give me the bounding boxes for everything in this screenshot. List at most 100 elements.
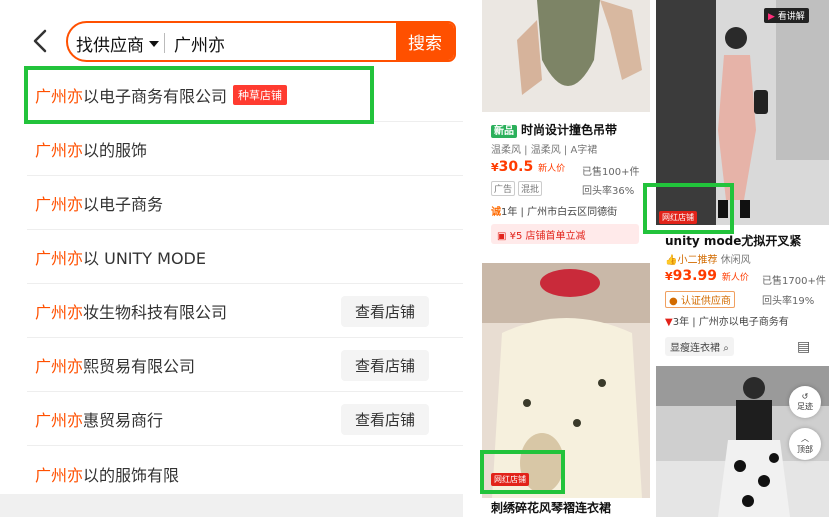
suggestion-item[interactable]: 广州亦以电子商务有限公司 种草店铺: [27, 69, 463, 122]
verified-icon: ●: [669, 296, 678, 307]
keyboard-area: [0, 494, 463, 517]
product-card[interactable]: ▶ 看讲解 网红店铺 unity mode尤拟开叉紧 👍小二推荐 休闲风 ¥93…: [656, 0, 829, 360]
related-search-chip[interactable]: 显瘦连衣裙 ⌕: [665, 337, 734, 356]
view-shop-button[interactable]: 查看店铺: [341, 350, 429, 381]
sold-count: 已售1700+件: [762, 276, 826, 287]
search-icon: ⌕: [723, 343, 729, 354]
product-title-text: 时尚设计撞色吊带: [521, 123, 618, 137]
back-button[interactable]: [30, 28, 52, 54]
suggestion-text: 广州亦惠贸易商行: [35, 407, 163, 431]
search-scope-label: 找供应商: [76, 36, 144, 56]
product-tags: 广告 混批: [491, 181, 545, 196]
product-card[interactable]: 网红店铺 刺绣碎花风琴褶连衣裙: [482, 263, 650, 517]
suggestion-highlight: 广州亦: [35, 411, 84, 430]
caret-down-icon: [149, 40, 159, 47]
suggestion-text: 广州亦以电子商务有限公司: [35, 83, 227, 107]
suggestion-rest: 以电子商务有限公司: [83, 87, 228, 106]
screenshot-root: 找供应商 搜索 广州亦以电子商务有限公司 种草店铺 广州亦以的服饰 广州亦以电子…: [0, 0, 829, 517]
thumb-icon: 👍: [665, 255, 678, 266]
footprint-label: 足迹: [797, 402, 813, 411]
product-photo: [656, 0, 829, 225]
related-search-text: 显瘦连衣裙: [670, 343, 720, 354]
years: 1年: [501, 207, 518, 218]
location: 广州市白云区同德街: [527, 207, 618, 218]
play-icon: ▶: [768, 12, 775, 22]
suggestion-highlight: 广州亦: [35, 357, 84, 376]
mixed-batch-tag: 混批: [518, 181, 543, 196]
product-photo: [482, 263, 650, 498]
suggestion-highlight: 广州亦: [35, 465, 84, 485]
suggestion-highlight: 广州亦: [35, 195, 84, 214]
product-photo: [482, 0, 650, 112]
price-note: 新人价: [538, 164, 566, 174]
suggestion-text: 广州亦以的服饰有限: [35, 462, 179, 486]
product-title: unity mode尤拟开叉紧: [665, 234, 802, 248]
seeding-store-badge: 种草店铺: [233, 85, 288, 105]
product-title: 新品 时尚设计撞色吊带: [491, 121, 617, 138]
search-input[interactable]: [174, 30, 384, 56]
back-to-top-label: 顶部: [797, 445, 813, 454]
video-explain-label: 看讲解: [777, 12, 805, 22]
suggestion-rest: 熙贸易有限公司: [83, 357, 196, 376]
repurchase-rate: 回头率36%: [582, 186, 635, 197]
coupon-bar[interactable]: ▣ ¥5 店铺首单立减: [491, 224, 639, 244]
suggestion-item[interactable]: 广州亦惠贸易商行 查看店铺: [27, 393, 463, 446]
search-suggestion-panel: 找供应商 搜索 广州亦以电子商务有限公司 种草店铺 广州亦以的服饰 广州亦以电子…: [0, 0, 463, 517]
suggestion-text: 广州亦以的服饰: [35, 137, 147, 161]
suggestion-item[interactable]: 广州亦妆生物科技有限公司 查看店铺: [27, 285, 463, 338]
years: 3年: [672, 317, 690, 328]
back-to-top-button[interactable]: ︿ 顶部: [789, 428, 821, 460]
style-tags: 温柔风 | 温柔风 | A字裙: [491, 145, 598, 156]
footprint-icon: ↺: [801, 392, 809, 401]
coupon-text: ¥5 店铺首单立减: [509, 231, 586, 242]
suggestion-highlight: 广州亦: [35, 249, 84, 268]
suggestion-text: 广州亦妆生物科技有限公司: [35, 299, 227, 323]
product-feed: 新品 时尚设计撞色吊带 温柔风 | 温柔风 | A字裙 ¥30.5 新人价 已售1…: [475, 0, 829, 517]
suggestion-item[interactable]: 广州亦以 UNITY MODE: [27, 231, 463, 284]
feedback-icon[interactable]: ▤: [797, 339, 810, 355]
suggestion-item[interactable]: 广州亦以的服饰有限: [27, 447, 463, 500]
video-explain-badge[interactable]: ▶ 看讲解: [764, 8, 809, 23]
suggestion-rest: 妆生物科技有限公司: [83, 303, 228, 322]
verified-supplier-tag: ● 认证供应商: [665, 291, 735, 308]
search-scope-dropdown[interactable]: 找供应商: [76, 31, 159, 56]
search-divider: [164, 33, 165, 53]
suggestion-rest: 以的服饰: [83, 141, 148, 160]
price-symbol: ¥: [491, 161, 499, 174]
recommend-label: 小二推荐: [677, 255, 718, 266]
suggestion-highlight: 广州亦: [35, 141, 84, 160]
view-shop-button[interactable]: 查看店铺: [341, 296, 429, 327]
view-shop-button[interactable]: 查看店铺: [341, 404, 429, 435]
influencer-store-badge: 网红店铺: [491, 473, 529, 486]
new-badge: 新品: [491, 125, 517, 138]
coupon-icon: ▣: [497, 231, 507, 242]
arrow-up-icon: ︿: [801, 434, 809, 443]
verified-label: 认证供应商: [680, 296, 731, 307]
influencer-store-badge: 网红店铺: [659, 211, 697, 224]
cheng-icon: 诚: [491, 207, 501, 218]
suggestion-item[interactable]: 广州亦以电子商务: [27, 177, 463, 230]
price: ¥30.5 新人价: [491, 159, 565, 175]
sold-count: 已售100+件: [582, 167, 640, 178]
ad-tag: 广告: [491, 181, 516, 196]
suggestion-rest: 惠贸易商行: [83, 411, 164, 430]
suggestion-rest: 以 UNITY MODE: [83, 249, 206, 268]
suggestion-item[interactable]: 广州亦熙贸易有限公司 查看店铺: [27, 339, 463, 392]
price-note: 新人价: [721, 273, 749, 283]
supplier-name: 广州亦以电子商务有: [698, 317, 789, 328]
supplier-line: ▼3年 | 广州亦以电子商务有: [665, 317, 789, 328]
suggestion-text: 广州亦熙贸易有限公司: [35, 353, 195, 377]
search-button[interactable]: 搜索: [396, 23, 454, 60]
price: ¥93.99 新人价: [665, 268, 749, 284]
suggestion-rest: 以的服饰有限: [83, 465, 180, 485]
footprint-button[interactable]: ↺ 足迹: [789, 386, 821, 418]
recommend-style: 休闲风: [720, 255, 751, 266]
suggestion-text: 广州亦以 UNITY MODE: [35, 245, 206, 269]
product-card[interactable]: 新品 时尚设计撞色吊带 温柔风 | 温柔风 | A字裙 ¥30.5 新人价 已售1…: [482, 0, 650, 252]
suggestion-text: 广州亦以电子商务: [35, 191, 163, 215]
product-title: 刺绣碎花风琴褶连衣裙: [491, 501, 612, 515]
search-bar: 找供应商 搜索: [66, 21, 456, 62]
panel-edge: [0, 0, 15, 517]
recommend-line: 👍小二推荐 休闲风: [665, 251, 751, 266]
suggestion-item[interactable]: 广州亦以的服饰: [27, 123, 463, 176]
